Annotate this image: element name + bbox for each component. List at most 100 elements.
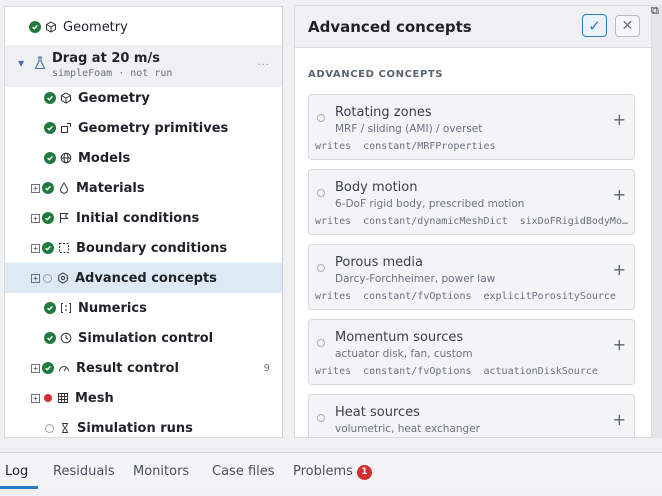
- grid-icon: [56, 391, 70, 405]
- add-icon[interactable]: +: [613, 110, 626, 129]
- tree-item-label: Numerics: [78, 300, 147, 316]
- tab-problems[interactable]: Problems 1: [293, 464, 372, 480]
- more-options-icon[interactable]: ...: [257, 57, 270, 68]
- tree-item-mesh[interactable]: + Mesh: [5, 383, 282, 413]
- tree-item-models[interactable]: Models: [5, 143, 282, 173]
- tab-monitors[interactable]: Monitors: [133, 464, 189, 479]
- clock-icon: [59, 331, 73, 345]
- add-icon[interactable]: +: [613, 260, 626, 279]
- radio-icon: [317, 264, 325, 272]
- expand-icon[interactable]: +: [31, 213, 40, 223]
- pending-status-icon: [45, 423, 54, 433]
- tree-item-geometry-primitives[interactable]: Geometry primitives: [5, 113, 282, 143]
- concept-card-momentum-sources[interactable]: Momentum sources actuator disk, fan, cus…: [308, 319, 635, 385]
- ok-status-icon: [44, 92, 56, 104]
- expand-icon[interactable]: +: [31, 243, 40, 253]
- tree-item-boundary-conditions[interactable]: + Boundary conditions: [5, 233, 282, 263]
- case-header[interactable]: ▼ Drag at 20 m/s simpleFoam · not run ..…: [5, 45, 282, 87]
- writes-label: writes: [315, 141, 352, 152]
- section-heading: ADVANCED CONCEPTS: [308, 69, 444, 80]
- tree-item-label: Boundary conditions: [76, 240, 228, 256]
- gauge-icon: [57, 361, 71, 375]
- shapes-icon: [59, 121, 73, 135]
- tree-item-label: Advanced concepts: [75, 270, 217, 286]
- problems-count-badge: 1: [356, 464, 372, 480]
- card-writes: writes constant/fvOptions explicitPorosity…: [315, 291, 628, 302]
- tab-residuals[interactable]: Residuals: [53, 464, 115, 479]
- globe-icon: [59, 151, 73, 165]
- tree-item-materials[interactable]: + Materials: [5, 173, 282, 203]
- card-description: Darcy-Forchheimer, power law: [335, 273, 496, 285]
- card-title: Body motion: [335, 180, 418, 195]
- flask-icon: [34, 56, 46, 70]
- writes-label: writes: [315, 291, 352, 302]
- ok-status-icon: [42, 212, 54, 224]
- tree-item-initial-conditions[interactable]: + Initial conditions: [5, 203, 282, 233]
- item-count: 9: [263, 362, 270, 374]
- card-description: actuator disk, fan, custom: [335, 348, 473, 360]
- error-status-icon: [44, 394, 52, 402]
- advanced-concepts-panel: Advanced concepts ✓ ✕ ADVANCED CONCEPTS …: [294, 5, 652, 438]
- expand-icon[interactable]: +: [31, 273, 40, 283]
- file-path: constant/MRFProperties: [363, 141, 496, 152]
- add-icon[interactable]: +: [613, 335, 626, 354]
- file-path: actuationDiskSource: [483, 366, 598, 377]
- ok-status-icon: [44, 152, 56, 164]
- hexagon-gear-icon: [56, 271, 70, 285]
- ok-status-icon: [44, 122, 56, 134]
- card-writes: writes constant/fvOptions actuationDiskSou…: [315, 366, 610, 377]
- expand-icon[interactable]: +: [31, 393, 40, 403]
- numerics-icon: [59, 301, 73, 315]
- tree-item-label: Simulation runs: [77, 420, 193, 436]
- card-title: Porous media: [335, 255, 423, 270]
- card-description: volumetric, heat exchanger: [335, 423, 480, 435]
- tree-item-label: Geometry: [78, 90, 150, 106]
- window-corner-icon[interactable]: ⧉: [651, 4, 659, 18]
- collapse-triangle-icon[interactable]: ▼: [18, 59, 24, 68]
- card-description: 6-DoF rigid body, prescribed motion: [335, 198, 525, 210]
- tab-log[interactable]: Log: [5, 464, 28, 479]
- file-path: explicitPorositySource: [483, 291, 616, 302]
- tree-item-geometry[interactable]: Geometry: [5, 83, 282, 113]
- card-writes: writes constant/MRFProperties: [315, 141, 508, 152]
- case-tree: Geometry ▼ Drag at 20 m/s simpleFoam · n…: [4, 6, 283, 438]
- tree-item-label: Materials: [76, 180, 145, 196]
- tree-item-label: Geometry: [63, 19, 128, 35]
- concept-card-body-motion[interactable]: Body motion 6-DoF rigid body, prescribed…: [308, 169, 635, 235]
- radio-icon: [317, 114, 325, 122]
- tab-label: Problems: [293, 464, 353, 479]
- concept-card-porous-media[interactable]: Porous media Darcy-Forchheimer, power la…: [308, 244, 635, 310]
- confirm-button[interactable]: ✓: [582, 14, 607, 37]
- radio-icon: [317, 189, 325, 197]
- expand-icon[interactable]: +: [31, 363, 40, 373]
- expand-icon[interactable]: +: [31, 183, 40, 193]
- tree-item-simulation-runs[interactable]: Simulation runs: [5, 413, 282, 437]
- case-name: Drag at 20 m/s: [52, 51, 160, 66]
- tree-item-label: Mesh: [75, 390, 114, 406]
- tree-item-simulation-control[interactable]: Simulation control: [5, 323, 282, 353]
- panel-header: Advanced concepts ✓ ✕: [295, 6, 651, 48]
- writes-label: writes: [315, 216, 352, 227]
- add-icon[interactable]: +: [613, 185, 626, 204]
- close-button[interactable]: ✕: [615, 15, 640, 37]
- ok-status-icon: [42, 182, 54, 194]
- card-description: MRF / sliding (AMI) / overset: [335, 123, 483, 135]
- tree-item-result-control[interactable]: + Result control 9: [5, 353, 282, 383]
- tree-item-label: Geometry primitives: [78, 120, 229, 136]
- card-title: Rotating zones: [335, 105, 432, 120]
- bottom-tab-bar: Log Residuals Monitors Case files Proble…: [0, 452, 662, 489]
- concept-card-heat-sources[interactable]: Heat sources volumetric, heat exchanger …: [308, 394, 635, 437]
- tree-item-label: Result control: [76, 360, 179, 376]
- app-window: Geometry ▼ Drag at 20 m/s simpleFoam · n…: [0, 0, 662, 496]
- pending-status-icon: [43, 273, 52, 283]
- tab-case-files[interactable]: Case files: [212, 464, 275, 479]
- tree-item-advanced-concepts[interactable]: + Advanced concepts: [5, 263, 282, 293]
- ok-status-icon: [42, 242, 54, 254]
- scrollbar[interactable]: [652, 5, 662, 438]
- concept-card-rotating-zones[interactable]: Rotating zones MRF / sliding (AMI) / ove…: [308, 94, 635, 160]
- tree-item-label: Models: [78, 150, 131, 166]
- card-title: Heat sources: [335, 405, 420, 420]
- tree-item-geometry-top[interactable]: Geometry: [5, 12, 282, 42]
- add-icon[interactable]: +: [613, 410, 626, 429]
- tree-item-numerics[interactable]: Numerics: [5, 293, 282, 323]
